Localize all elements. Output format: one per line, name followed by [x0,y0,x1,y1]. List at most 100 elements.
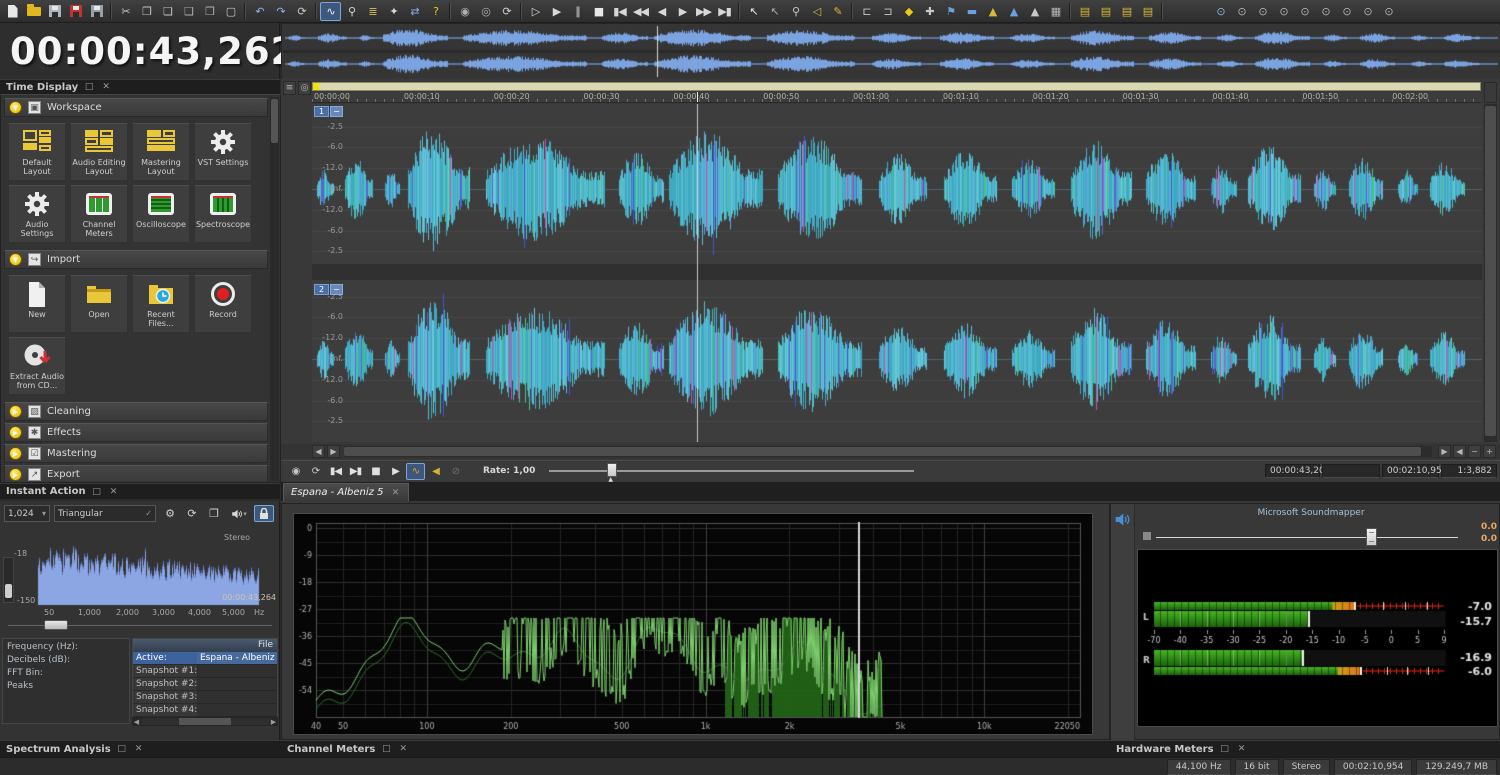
zoom-out-button[interactable]: − [1468,445,1481,458]
snapshot-icon[interactable]: ❐ [204,505,224,522]
fx-slot-5-icon[interactable]: ⊙ [1315,2,1336,21]
sidebar-item-audio-editing-layout[interactable]: Audio Editing Layout [70,123,128,181]
sidebar-item-channel-meters[interactable]: Channel Meters [70,185,128,243]
go-to-end-button[interactable]: ▶▮ [346,463,365,480]
burn-track-icon[interactable]: ▤ [1074,2,1095,21]
monitor-playback-icon[interactable]: ▾ [226,505,252,522]
collapse-icon[interactable]: ▼ [9,101,22,114]
zoom-in-button[interactable]: + [1483,445,1496,458]
zoom-selection-button[interactable]: ▶ [1438,445,1451,458]
copy-special-icon[interactable]: ❑ [178,2,199,21]
zoom-ratio-field[interactable]: 1:3,882 [1441,464,1497,478]
table-scrollbar[interactable]: ◀ ▶ [132,717,278,726]
edit-cursor-icon[interactable]: ↖ [743,2,764,21]
close-icon[interactable]: ✕ [1236,743,1248,755]
audition-button[interactable]: ◀ [426,463,445,480]
sidebar-scrollbar[interactable] [270,97,279,481]
help-icon[interactable]: ? [425,2,446,21]
stop-icon[interactable]: ■ [588,2,609,21]
expand-icon[interactable]: ▶ [9,447,22,460]
waveform-canvas[interactable] [312,104,1482,442]
table-row[interactable]: Snapshot #1: [133,665,277,678]
snap-toggle-button[interactable]: ≡ [283,81,296,95]
cursor-position-field[interactable]: 00:00:43,206 [1265,464,1330,478]
slider-thumb[interactable] [1366,528,1377,546]
expand-icon[interactable]: ▶ [9,405,22,418]
table-row[interactable]: Snapshot #4: [133,704,277,717]
window-type-select[interactable]: Triangular ✓ [54,505,156,522]
select-cursor-icon[interactable]: ↖ [764,2,785,21]
float-window-icon[interactable]: □ [380,743,392,755]
rate-slider[interactable]: ▲ [549,463,915,483]
section-header-cleaning[interactable]: ▶ ▨ Cleaning [4,402,268,421]
open-file-icon[interactable] [23,2,44,21]
table-row[interactable]: Active: Espana - Albeniz [133,652,277,665]
spectrum-analysis-tab[interactable]: Spectrum Analysis [6,744,111,755]
overview-waveform[interactable] [281,23,1500,78]
cut-icon[interactable]: ✂ [115,2,136,21]
channel-number[interactable]: 1 [314,106,329,117]
trim-crop-icon[interactable]: ▢ [220,2,241,21]
table-row[interactable]: Snapshot #3: [133,691,277,704]
output-gain-slider[interactable] [1156,528,1458,546]
overview-canvas[interactable] [283,25,1500,78]
go-to-start-button[interactable]: ▮◀ [326,463,345,480]
sidebar-item-spectroscope[interactable]: Spectroscope [194,185,252,243]
loop-playback-button[interactable]: ⟳ [306,463,325,480]
write-protect-icon[interactable]: ▤ [1137,2,1158,21]
fx-slot-1-icon[interactable]: ⊙ [1231,2,1252,21]
statistics-icon[interactable]: ▦ [1045,2,1066,21]
gain-link-icon[interactable] [1143,532,1151,540]
scroll-right-button[interactable]: ▶ [327,445,340,458]
float-window-icon[interactable]: □ [91,486,103,498]
fx-slot-2-icon[interactable]: ⊙ [1252,2,1273,21]
fx-slot-8-icon[interactable]: ⊙ [1378,2,1399,21]
sidebar-item-extract-audio-from-cd[interactable]: Extract Audio from CD... [8,337,66,395]
play-icon[interactable]: ▶ [546,2,567,21]
selection-field[interactable] [1322,464,1380,478]
envelope-tool-icon[interactable]: ⇄ [404,2,425,21]
record-button[interactable]: ◉ [286,463,305,480]
peak-build-icon[interactable]: ▲ [982,2,1003,21]
auto-scroll-button[interactable]: ◎ [298,81,311,95]
table-header[interactable]: File [133,639,277,652]
close-icon[interactable]: ✕ [397,743,409,755]
stop-button[interactable]: ■ [366,463,385,480]
channel-number[interactable]: 2 [314,284,329,295]
sidebar-item-recent-files[interactable]: Recent Files... [132,275,190,333]
float-window-icon[interactable]: □ [83,81,95,93]
vertical-scrollbar[interactable] [1484,104,1497,442]
region-bar-icon[interactable]: ▬ [961,2,982,21]
close-icon[interactable]: ✕ [133,743,145,755]
selection-start-icon[interactable]: ⊏ [856,2,877,21]
lock-tape-icon[interactable]: ▤ [1116,2,1137,21]
float-window-icon[interactable]: □ [116,743,128,755]
slider-thumb[interactable] [607,463,618,477]
undo-icon[interactable]: ↶ [249,2,270,21]
section-header-import[interactable]: ▼ ↪ Import [4,250,268,269]
section-header-effects[interactable]: ▶ ✱ Effects [4,423,268,442]
horizontal-scrollbar[interactable] [344,446,1432,457]
sidebar-item-audio-settings[interactable]: Audio Settings [8,185,66,243]
position-bar[interactable] [312,82,1481,91]
refresh-icon[interactable]: ⟳ [496,2,517,21]
sidebar-item-vst-settings[interactable]: VST Settings [194,123,252,181]
collapse-icon[interactable]: ▼ [9,253,22,266]
sidebar-item-mastering-layout[interactable]: Mastering Layout [132,123,190,181]
scrollbar-thumb[interactable] [1485,106,1496,436]
scrollbar-thumb[interactable] [271,99,278,143]
redo-icon[interactable]: ↷ [270,2,291,21]
insert-region-icon[interactable]: ✚ [919,2,940,21]
fx-slot-4-icon[interactable]: ⊙ [1294,2,1315,21]
db-zoom-slider[interactable] [3,557,14,603]
fast-forward-icon[interactable]: ▶▶ [693,2,714,21]
zoom-out-full-button[interactable]: ◀ [1453,445,1466,458]
expand-icon[interactable]: ▶ [9,426,22,439]
document-tab[interactable]: Espana - Albeniz 5 ✕ [283,483,410,501]
refresh-icon[interactable]: ⟳ [182,505,202,522]
plugin-chainer-icon[interactable]: ◎ [475,2,496,21]
speaker-icon[interactable] [1114,511,1131,531]
section-header-mastering[interactable]: ▶ ☑ Mastering [4,444,268,463]
section-header-export[interactable]: ▶ ↗ Export [4,465,268,482]
sidebar-item-default-layout[interactable]: Default Layout [8,123,66,181]
